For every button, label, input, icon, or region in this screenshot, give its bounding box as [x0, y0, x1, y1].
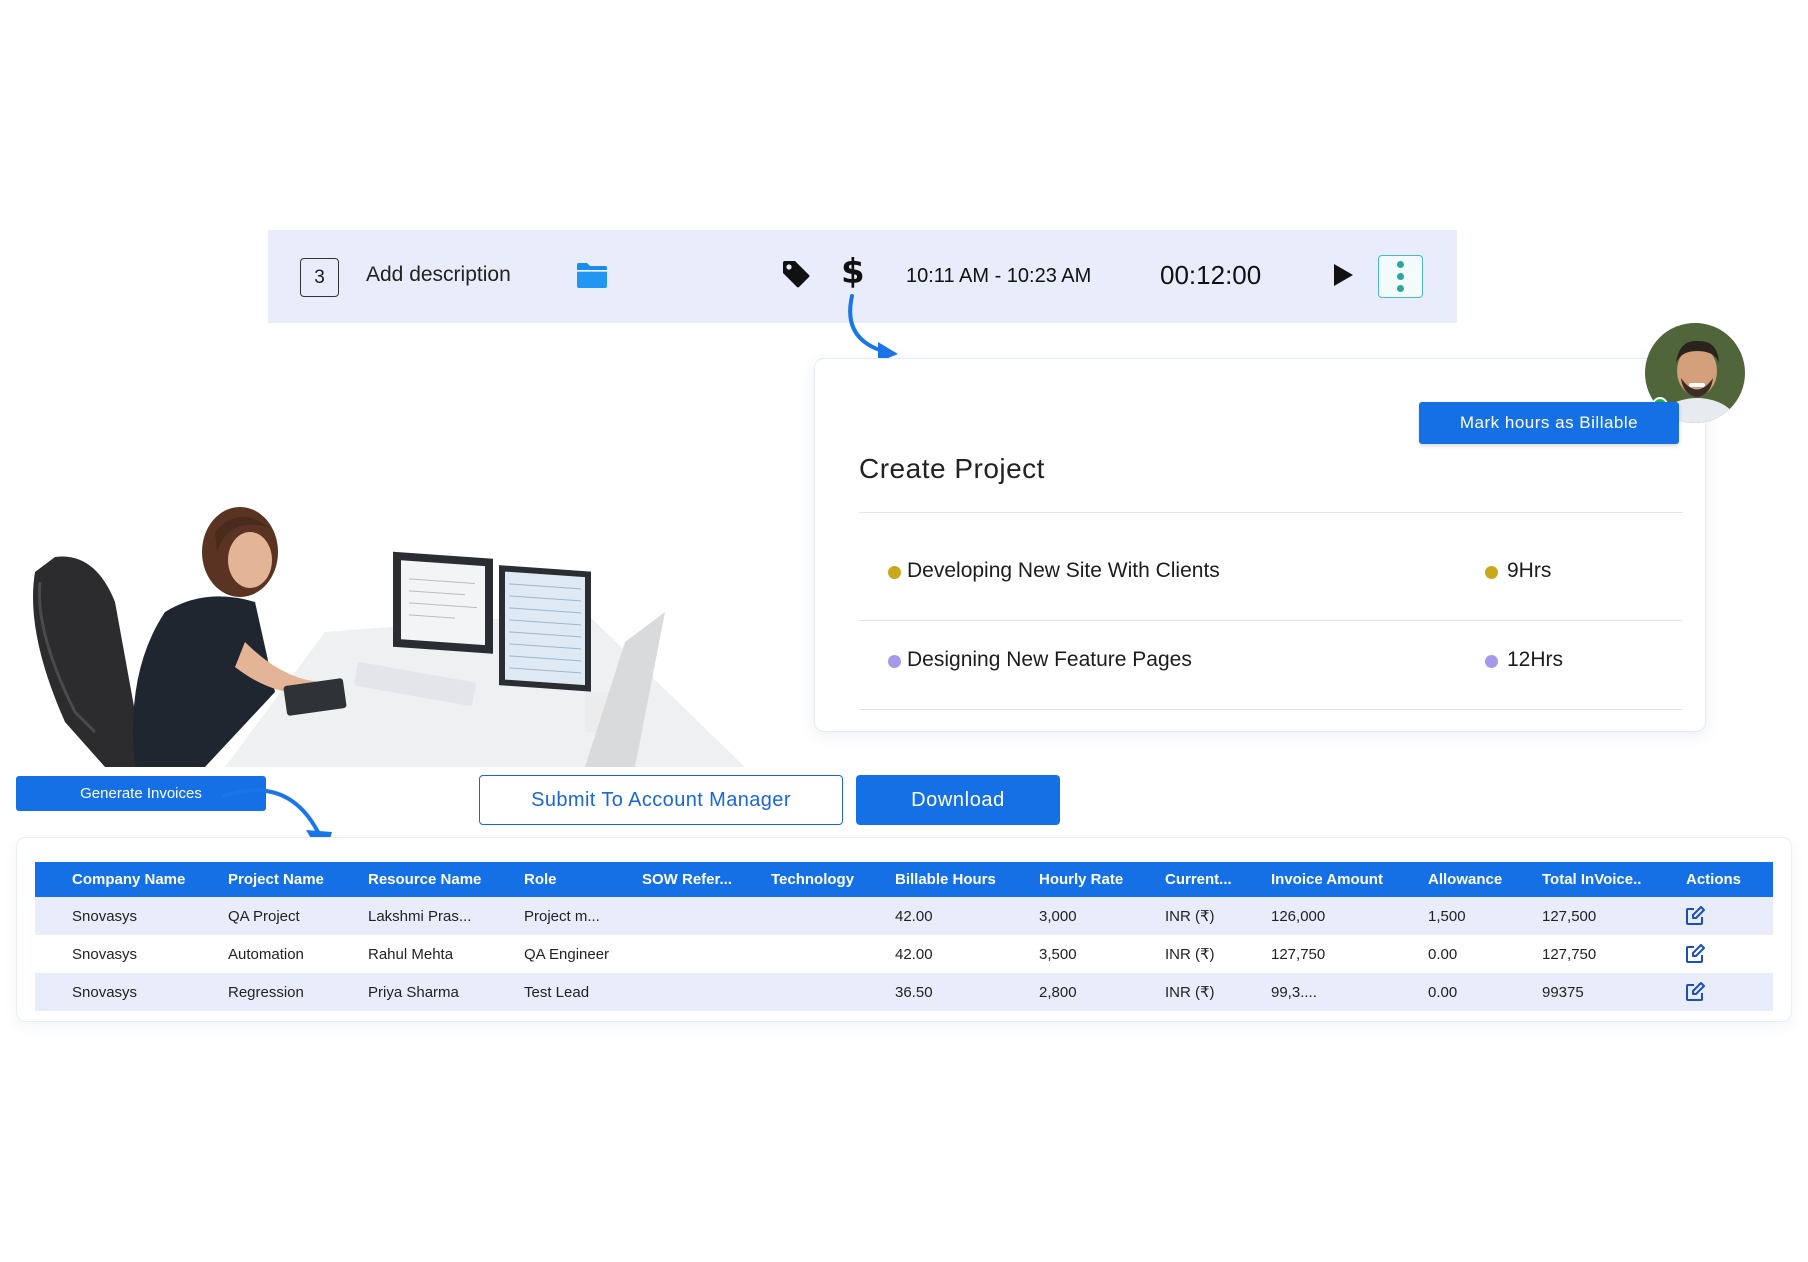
cell-invoice-amount: 126,000: [1271, 907, 1326, 925]
divider: [859, 620, 1683, 621]
card-title: Create Project: [859, 453, 1045, 484]
header-currency[interactable]: Current...: [1165, 862, 1232, 897]
cell-currency: INR (₹): [1165, 984, 1215, 1001]
cell-resource: Priya Sharma: [368, 983, 459, 1001]
cell-resource: Lakshmi Pras...: [368, 907, 472, 925]
project-name: Designing New Feature Pages: [907, 648, 1192, 671]
header-total-invoice[interactable]: Total InVoice..: [1542, 862, 1641, 897]
cell-project: Automation: [228, 945, 304, 963]
dollar-icon[interactable]: $: [841, 252, 865, 292]
header-sow-reference[interactable]: SOW Refer...: [642, 862, 732, 897]
header-role[interactable]: Role: [524, 862, 557, 897]
play-icon[interactable]: [1330, 262, 1356, 288]
edit-icon[interactable]: [1685, 935, 1705, 973]
project-color-dot: [888, 655, 901, 668]
project-hours: 9Hrs: [1507, 559, 1552, 582]
cell-total-invoice: 127,750: [1542, 945, 1597, 963]
header-invoice-amount[interactable]: Invoice Amount: [1271, 862, 1383, 897]
cell-role: Project m...: [524, 907, 600, 925]
time-range[interactable]: 10:11 AM - 10:23 AM: [906, 265, 1091, 288]
cell-allowance: 1,500: [1428, 907, 1466, 925]
project-row[interactable]: Designing New Feature Pages 12Hrs: [859, 637, 1683, 687]
cell-project: QA Project: [228, 907, 300, 925]
cell-company: Snovasys: [72, 907, 138, 925]
more-vertical-icon[interactable]: [1378, 255, 1423, 298]
cell-role: QA Engineer: [524, 945, 610, 963]
divider: [859, 512, 1683, 513]
curved-arrow-icon: [848, 294, 898, 362]
invoice-table: Company Name Project Name Resource Name …: [35, 862, 1773, 1011]
cell-currency: INR (₹): [1165, 908, 1215, 925]
project-color-dot: [888, 566, 901, 579]
cell-role: Test Lead: [524, 983, 590, 1001]
cell-allowance: 0.00: [1428, 983, 1458, 1001]
project-row[interactable]: Developing New Site With Clients 9Hrs: [859, 548, 1683, 598]
cell-resource: Rahul Mehta: [368, 945, 454, 963]
cell-project: Regression: [228, 983, 304, 1001]
mark-billable-button[interactable]: Mark hours as Billable: [1419, 402, 1679, 444]
hours-color-dot: [1485, 566, 1498, 579]
header-actions: Actions: [1686, 871, 1742, 888]
table-row[interactable]: Snovasys Regression Priya Sharma Test Le…: [35, 973, 1773, 1011]
submit-to-account-manager-button[interactable]: Submit To Account Manager: [479, 775, 843, 825]
woman-at-desk-illustration: [33, 507, 745, 767]
cell-hourly-rate: 3,500: [1039, 945, 1077, 963]
table-row[interactable]: Snovasys QA Project Lakshmi Pras... Proj…: [35, 897, 1773, 935]
cell-invoice-amount: 127,750: [1271, 945, 1326, 963]
cell-company: Snovasys: [72, 983, 138, 1001]
cell-total-invoice: 99375: [1542, 983, 1584, 1001]
header-hourly-rate[interactable]: Hourly Rate: [1039, 862, 1123, 897]
dot: [1397, 273, 1404, 280]
cell-currency: INR (₹): [1165, 946, 1215, 963]
entry-count-badge[interactable]: 3: [300, 258, 339, 297]
dot: [1397, 261, 1404, 268]
table-row[interactable]: Snovasys Automation Rahul Mehta QA Engin…: [35, 935, 1773, 973]
header-billable-hours[interactable]: Billable Hours: [895, 862, 996, 897]
cell-billable-hours: 42.00: [895, 945, 933, 963]
folder-icon[interactable]: [576, 261, 608, 289]
cell-billable-hours: 36.50: [895, 983, 933, 1001]
edit-icon[interactable]: [1685, 973, 1705, 1011]
project-name: Developing New Site With Clients: [907, 559, 1220, 582]
cell-allowance: 0.00: [1428, 945, 1458, 963]
header-technology[interactable]: Technology: [771, 862, 854, 897]
cell-billable-hours: 42.00: [895, 907, 933, 925]
cell-company: Snovasys: [72, 945, 138, 963]
project-hours: 12Hrs: [1507, 648, 1564, 671]
tag-icon[interactable]: [781, 259, 811, 289]
cell-invoice-amount: 99,3....: [1271, 983, 1317, 1001]
hours-color-dot: [1485, 655, 1498, 668]
description-input[interactable]: Add description: [366, 263, 511, 287]
header-company-name[interactable]: Company Name: [72, 862, 185, 897]
header-allowance[interactable]: Allowance: [1428, 862, 1502, 897]
cell-total-invoice: 127,500: [1542, 907, 1597, 925]
dot: [1397, 285, 1404, 292]
divider: [859, 709, 1683, 710]
edit-icon[interactable]: [1685, 897, 1705, 935]
table-header: Company Name Project Name Resource Name …: [35, 862, 1773, 897]
header-project-name[interactable]: Project Name: [228, 862, 324, 897]
duration-display: 00:12:00: [1160, 260, 1262, 290]
cell-hourly-rate: 3,000: [1039, 907, 1077, 925]
download-button[interactable]: Download: [856, 775, 1060, 825]
cell-hourly-rate: 2,800: [1039, 983, 1077, 1001]
header-resource-name[interactable]: Resource Name: [368, 862, 481, 897]
